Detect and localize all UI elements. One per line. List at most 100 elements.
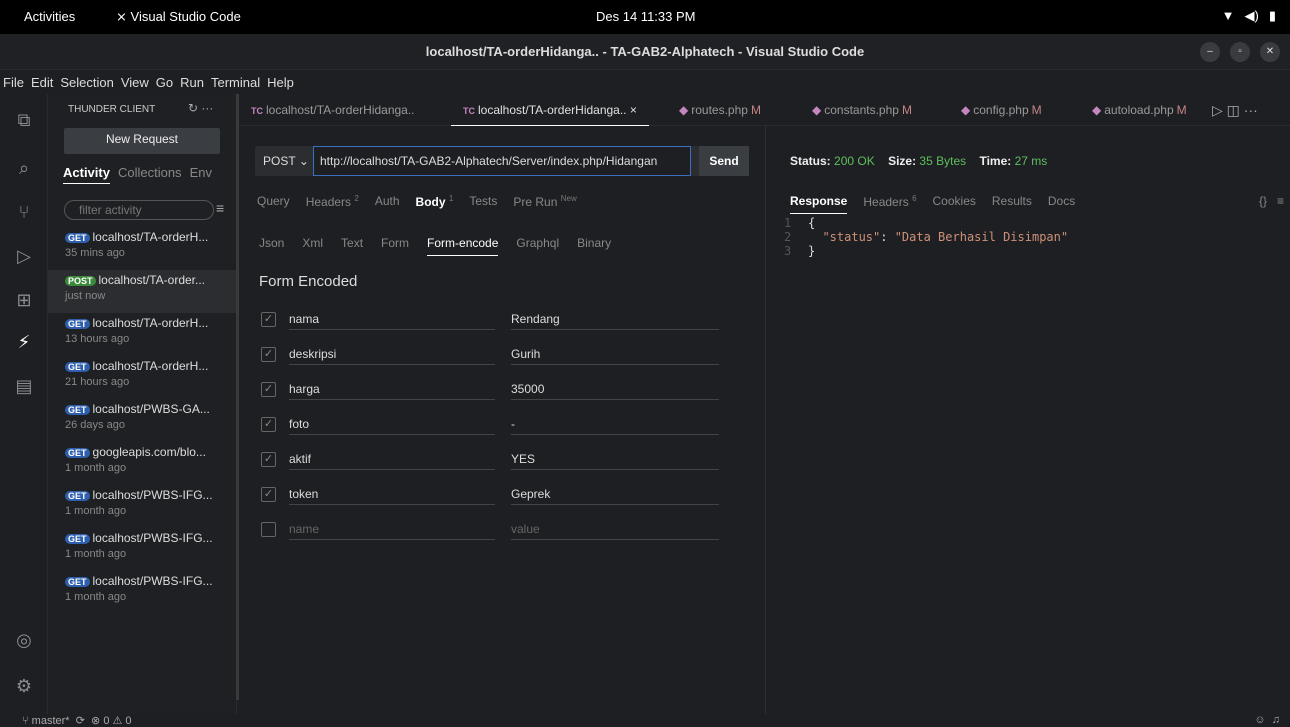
tab-body[interactable]: Body 1 bbox=[416, 194, 454, 209]
tab-auth[interactable]: Auth bbox=[375, 194, 400, 209]
list-item[interactable]: GET localhost/PWBS-GA... 26 days ago bbox=[48, 399, 237, 442]
tab-cookies[interactable]: Cookies bbox=[933, 194, 976, 214]
run-icon[interactable]: ▷ bbox=[1212, 102, 1223, 118]
menu-go[interactable]: Go bbox=[156, 75, 173, 90]
refresh-icon[interactable]: ↻ ··· bbox=[188, 101, 213, 115]
maximize-button[interactable]: ▫ bbox=[1230, 42, 1250, 62]
body-type-graphql[interactable]: Graphql bbox=[516, 236, 559, 256]
body-type-binary[interactable]: Binary bbox=[577, 236, 611, 256]
response-actions[interactable]: {} ≡ bbox=[1259, 194, 1284, 208]
close-button[interactable]: ✕ bbox=[1260, 42, 1280, 62]
field-key-input[interactable]: deskripsi bbox=[289, 339, 495, 365]
activities-button[interactable]: Activities bbox=[24, 9, 75, 24]
thunder-client-icon[interactable]: ⚡ bbox=[12, 330, 36, 354]
checkbox[interactable]: ✓ bbox=[261, 347, 276, 362]
field-key-input[interactable]: token bbox=[289, 479, 495, 505]
field-key-input[interactable]: name bbox=[289, 514, 495, 540]
checkbox[interactable]: ✓ bbox=[261, 487, 276, 502]
checkbox[interactable]: ✓ bbox=[261, 312, 276, 327]
tab-prerun[interactable]: Pre Run New bbox=[513, 194, 576, 209]
field-key-input[interactable]: foto bbox=[289, 409, 495, 435]
account-icon[interactable]: ◎ bbox=[12, 628, 36, 652]
list-item[interactable]: GET localhost/TA-orderH... 35 mins ago bbox=[48, 227, 237, 270]
tab-response[interactable]: Response bbox=[790, 194, 848, 214]
split-editor-icon[interactable]: ◫ bbox=[1227, 102, 1240, 118]
search-icon[interactable]: ⌕ bbox=[12, 156, 36, 180]
list-item[interactable]: GET localhost/TA-orderH... 13 hours ago bbox=[48, 313, 237, 356]
editor-actions[interactable]: ▷ ◫ ··· bbox=[1212, 94, 1258, 126]
close-tab-icon[interactable]: × bbox=[630, 103, 637, 117]
field-key-input[interactable]: aktif bbox=[289, 444, 495, 470]
tab-results[interactable]: Results bbox=[992, 194, 1032, 214]
tab-collections[interactable]: Collections bbox=[118, 165, 182, 184]
body-type-xml[interactable]: Xml bbox=[302, 236, 323, 256]
list-item[interactable]: GET localhost/PWBS-IFG... 1 month ago bbox=[48, 485, 237, 528]
menu-help[interactable]: Help bbox=[267, 75, 294, 90]
field-key-input[interactable]: nama bbox=[289, 304, 495, 330]
menu-view[interactable]: View bbox=[121, 75, 149, 90]
notes-icon[interactable]: ▤ bbox=[12, 374, 36, 398]
tab-response-headers[interactable]: Headers 6 bbox=[863, 194, 916, 214]
list-item[interactable]: GET googleapis.com/blo... 1 month ago bbox=[48, 442, 237, 485]
tab-request-active[interactable]: TC localhost/TA-orderHidanga.. × bbox=[451, 94, 649, 126]
field-value-input[interactable]: Rendang bbox=[511, 304, 719, 330]
field-value-input[interactable]: Gurih bbox=[511, 339, 719, 365]
menu-edit[interactable]: Edit bbox=[31, 75, 53, 90]
tab-env[interactable]: Env bbox=[190, 165, 212, 184]
status-right[interactable]: ☺ ♫ bbox=[1254, 714, 1280, 726]
explorer-icon[interactable]: ⧉ bbox=[12, 108, 36, 132]
filter-menu-icon[interactable]: ≡ bbox=[216, 200, 224, 216]
menu-terminal[interactable]: Terminal bbox=[211, 75, 260, 90]
tab-constants-php[interactable]: ◆ constants.php M bbox=[812, 94, 912, 126]
list-item[interactable]: POST localhost/TA-order... just now bbox=[48, 270, 237, 313]
tab-tests[interactable]: Tests bbox=[469, 194, 497, 209]
menu-file[interactable]: File bbox=[3, 75, 24, 90]
sync-icon[interactable]: ⟳ bbox=[76, 715, 85, 727]
status-left[interactable]: ⑂ master* ⟳ ⊗ 0 ⚠ 0 bbox=[22, 714, 132, 727]
extensions-icon[interactable]: ⊞ bbox=[12, 288, 36, 312]
body-type-json[interactable]: Json bbox=[259, 236, 284, 256]
field-value-input[interactable]: Geprek bbox=[511, 479, 719, 505]
tab-activity[interactable]: Activity bbox=[63, 165, 110, 184]
notification-icon[interactable]: ♫ bbox=[1272, 714, 1280, 726]
field-key-input[interactable]: harga bbox=[289, 374, 495, 400]
tab-headers[interactable]: Headers 2 bbox=[306, 194, 359, 209]
problems-indicator[interactable]: ⊗ 0 ⚠ 0 bbox=[91, 715, 131, 727]
minimize-button[interactable]: – bbox=[1200, 42, 1220, 62]
tab-config-php[interactable]: ◆ config.php M bbox=[961, 94, 1042, 126]
tab-query[interactable]: Query bbox=[257, 194, 290, 209]
checkbox[interactable]: ✓ bbox=[261, 452, 276, 467]
method-select[interactable]: POST ⌄ bbox=[263, 154, 309, 168]
new-request-button[interactable]: New Request bbox=[64, 128, 220, 154]
filter-activity-input[interactable]: filter activity bbox=[64, 200, 214, 220]
tab-routes-php[interactable]: ◆ routes.php M bbox=[679, 94, 761, 126]
list-item[interactable]: GET localhost/TA-orderH... 21 hours ago bbox=[48, 356, 237, 399]
tab-request-1[interactable]: TC localhost/TA-orderHidanga.. bbox=[251, 94, 415, 126]
braces-icon[interactable]: {} bbox=[1259, 194, 1267, 208]
run-debug-icon[interactable]: ▷ bbox=[12, 244, 36, 268]
field-value-input[interactable]: YES bbox=[511, 444, 719, 470]
field-value-input[interactable]: value bbox=[511, 514, 719, 540]
system-tray[interactable]: ▼ ◀) ▮ bbox=[1222, 8, 1276, 24]
tab-autoload-php[interactable]: ◆ autoload.php M bbox=[1092, 94, 1187, 126]
checkbox[interactable]: ✓ bbox=[261, 382, 276, 397]
app-indicator[interactable]: ⨯ Visual Studio Code bbox=[116, 9, 241, 25]
checkbox[interactable]: ✓ bbox=[261, 417, 276, 432]
field-value-input[interactable]: 35000 bbox=[511, 374, 719, 400]
list-item[interactable]: GET localhost/PWBS-IFG... 1 month ago bbox=[48, 571, 237, 614]
url-input[interactable]: http://localhost/TA-GAB2-Alphatech/Serve… bbox=[313, 146, 691, 176]
list-item[interactable]: GET localhost/PWBS-IFG... 1 month ago bbox=[48, 528, 237, 571]
send-button[interactable]: Send bbox=[699, 146, 749, 176]
menu-icon[interactable]: ≡ bbox=[1277, 194, 1284, 208]
feedback-icon[interactable]: ☺ bbox=[1254, 714, 1265, 726]
field-value-input[interactable]: - bbox=[511, 409, 719, 435]
more-icon[interactable]: ··· bbox=[1244, 102, 1258, 118]
branch-name[interactable]: master* bbox=[32, 715, 70, 727]
source-control-icon[interactable]: ⑂ bbox=[12, 200, 36, 224]
clock[interactable]: Des 14 11:33 PM bbox=[596, 9, 695, 24]
body-type-form-encode[interactable]: Form-encode bbox=[427, 236, 499, 256]
body-type-text[interactable]: Text bbox=[341, 236, 363, 256]
body-type-form[interactable]: Form bbox=[381, 236, 409, 256]
gear-icon[interactable]: ⚙ bbox=[12, 674, 36, 698]
menu-run[interactable]: Run bbox=[180, 75, 204, 90]
